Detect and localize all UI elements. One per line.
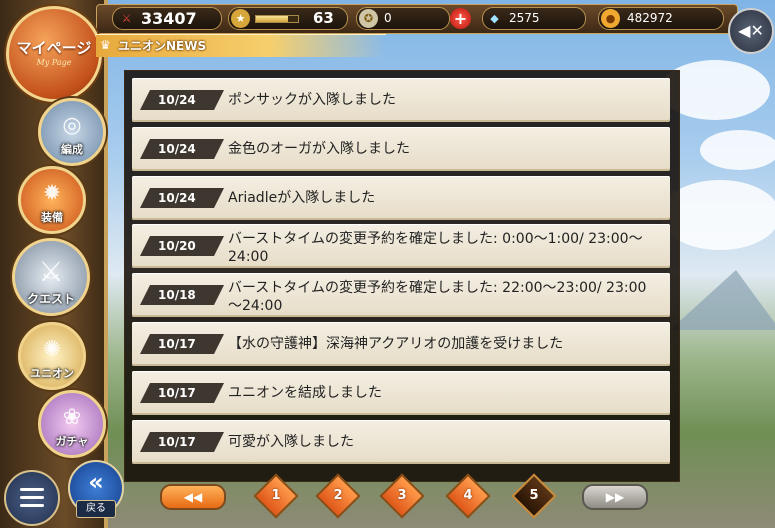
news-item[interactable]: 10/17 【水の守護神】深海神アクアリオの加護を受けました (132, 322, 670, 366)
news-header: ♛ ユニオンNEWS (96, 34, 386, 57)
news-date: 10/17 (140, 383, 224, 403)
page-number: 4 (463, 488, 473, 503)
level-value: 63 (313, 9, 334, 27)
union-crest-icon: ♛ (100, 38, 111, 52)
news-item[interactable]: 10/20 バーストタイムの変更予約を確定しました: 0:00～1:00/ 23… (132, 224, 670, 268)
nav-union-label: ユニオン (30, 367, 74, 380)
news-item[interactable]: 10/17 可愛が入隊しました (132, 420, 670, 464)
gold-display: ● 482972 (598, 7, 724, 30)
last-page-button[interactable]: ▶▶ (582, 484, 648, 510)
level-display: ★ 63 (228, 7, 348, 30)
equipment-icon: ✹ (42, 181, 62, 206)
crystal-value: 2575 (509, 11, 540, 25)
page-number: 2 (333, 488, 343, 503)
page-button-4[interactable]: 4 (445, 473, 491, 519)
nav-formation-label: 編成 (61, 143, 83, 156)
mypage-button[interactable]: マイページ My Page (6, 6, 102, 102)
news-text: 可愛が入隊しました (228, 434, 354, 450)
add-currency-button[interactable]: + (450, 8, 471, 29)
news-item[interactable]: 10/24 ポンサックが入隊しました (132, 78, 670, 122)
level-progress-fill (256, 16, 288, 22)
crystal-display: ◆ 2575 (482, 7, 586, 30)
news-text: Ariadleが入隊しました (228, 190, 376, 206)
news-item[interactable]: 10/24 金色のオーガが入隊しました (132, 127, 670, 171)
gold-coin-icon: ● (601, 9, 620, 28)
page-button-2[interactable]: 2 (315, 473, 361, 519)
nav-equipment-label: 装備 (41, 211, 63, 224)
mypage-label: マイページ (16, 39, 92, 57)
news-date: 10/18 (140, 285, 224, 305)
gacha-icon: ❀ (62, 405, 82, 430)
news-item[interactable]: 10/18 バーストタイムの変更予約を確定しました: 22:00～23:00/ … (132, 273, 670, 317)
nav-equipment-button[interactable]: ✹ 装備 (18, 166, 86, 234)
nav-quest-label: クエスト (26, 292, 75, 306)
news-item[interactable]: 10/17 ユニオンを結成しました (132, 371, 670, 415)
medal-value: 0 (384, 11, 392, 25)
mute-button[interactable]: ◀✕ (728, 8, 774, 54)
news-text: バーストタイムの変更予約を確定しました: 0:00～1:00/ 23:00～24… (228, 231, 643, 264)
formation-icon: ◎ (62, 113, 82, 138)
nav-gacha-button[interactable]: ❀ ガチャ (38, 390, 106, 458)
power-display: ⚔ 33407 (112, 7, 222, 30)
first-page-button[interactable]: ◀◀ (160, 484, 226, 510)
news-date: 10/20 (140, 236, 224, 256)
page-button-5-current[interactable]: 5 (511, 473, 557, 519)
medal-display: ✪ 0 (356, 7, 450, 30)
crossed-swords-icon: ⚔ (121, 12, 132, 25)
back-label: 戻る (76, 500, 116, 518)
nav-formation-button[interactable]: ◎ 編成 (38, 98, 106, 166)
double-triangle-left-icon: ◀◀ (183, 490, 203, 504)
mountain (670, 270, 775, 330)
nav-quest-button[interactable]: ⚔ クエスト (12, 238, 90, 316)
menu-button[interactable] (4, 470, 60, 526)
mypage-sublabel: My Page (36, 58, 72, 67)
page-number: 5 (529, 488, 539, 503)
news-text: バーストタイムの変更予約を確定しました: 22:00～23:00/ 23:00～… (228, 280, 647, 313)
news-date: 10/24 (140, 188, 224, 208)
double-chevron-left-icon: « (88, 468, 104, 496)
cloud (700, 130, 775, 170)
speaker-muted-icon: ◀✕ (738, 21, 764, 40)
medal-icon: ✪ (359, 9, 378, 28)
union-emblem-icon: ✺ (42, 337, 62, 362)
crystal-icon: ◆ (490, 12, 499, 25)
news-item[interactable]: 10/24 Ariadleが入隊しました (132, 176, 670, 220)
page-button-3[interactable]: 3 (379, 473, 425, 519)
gold-value: 482972 (627, 11, 673, 25)
news-date: 10/24 (140, 139, 224, 159)
page-button-1[interactable]: 1 (253, 473, 299, 519)
star-icon: ★ (231, 9, 250, 28)
news-title: ユニオンNEWS (118, 39, 207, 53)
news-text: ポンサックが入隊しました (228, 92, 396, 108)
news-date: 10/17 (140, 432, 224, 452)
news-date: 10/17 (140, 334, 224, 354)
power-value: 33407 (141, 9, 197, 28)
double-triangle-right-icon: ▶▶ (605, 490, 625, 504)
pagination: ◀◀ 1 2 3 4 5 ▶▶ (150, 473, 648, 519)
page-number: 3 (397, 488, 407, 503)
crossed-swords-icon: ⚔ (38, 255, 64, 288)
news-text: 金色のオーガが入隊しました (228, 141, 410, 157)
news-date: 10/24 (140, 90, 224, 110)
level-progress-bar (255, 15, 299, 23)
nav-gacha-label: ガチャ (55, 435, 89, 448)
page-number: 1 (271, 488, 281, 503)
news-text: 【水の守護神】深海神アクアリオの加護を受けました (228, 336, 564, 352)
news-text: ユニオンを結成しました (228, 385, 382, 401)
nav-union-button[interactable]: ✺ ユニオン (18, 322, 86, 390)
